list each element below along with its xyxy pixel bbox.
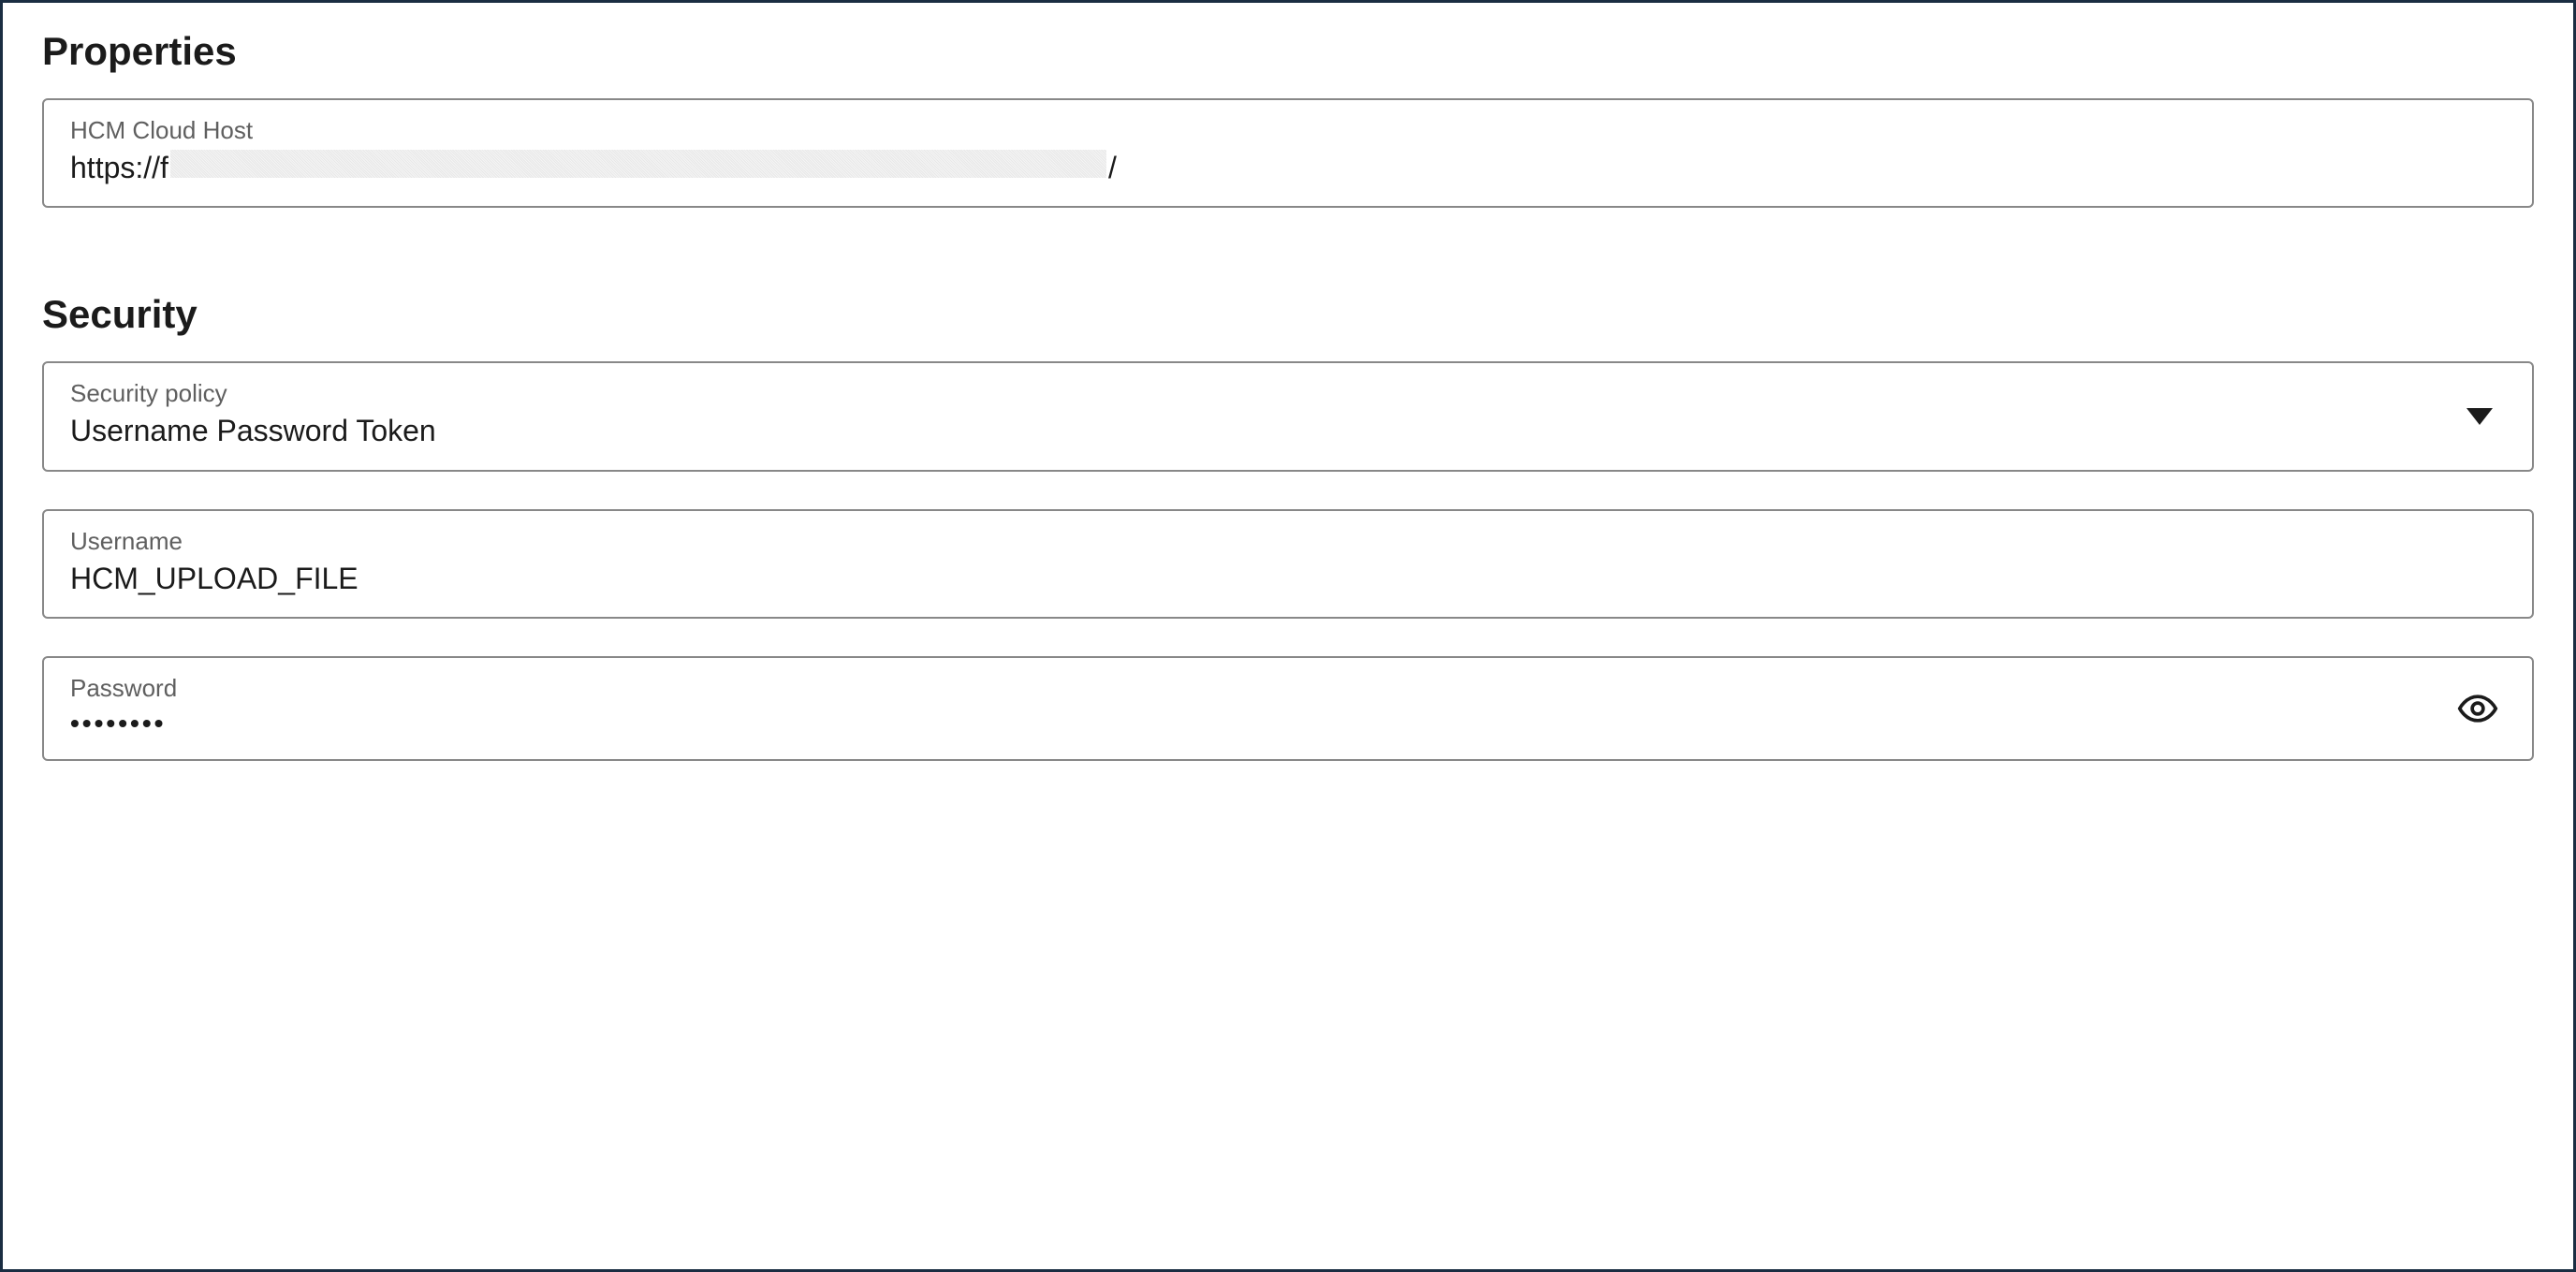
security-heading: Security — [42, 292, 2534, 337]
properties-section: Properties HCM Cloud Host https://f / — [42, 29, 2534, 208]
username-label: Username — [70, 526, 2506, 558]
security-policy-field[interactable]: Security policy Username Password Token — [42, 361, 2534, 471]
password-masked-value: •••••••• — [70, 707, 166, 740]
security-section: Security Security policy Username Passwo… — [42, 292, 2534, 761]
password-field[interactable]: Password •••••••• — [42, 656, 2534, 761]
properties-heading: Properties — [42, 29, 2534, 74]
security-policy-value: Username Password Token — [70, 412, 2506, 451]
host-url-prefix: https://f — [70, 149, 168, 188]
caret-down-icon[interactable] — [2466, 408, 2493, 425]
hcm-cloud-host-value: https://f / — [70, 149, 2506, 188]
security-policy-label: Security policy — [70, 378, 2506, 410]
form-container: Properties HCM Cloud Host https://f / Se… — [0, 0, 2576, 1272]
redacted-url-segment — [170, 150, 1106, 178]
show-password-button[interactable] — [2457, 688, 2498, 729]
hcm-cloud-host-label: HCM Cloud Host — [70, 115, 2506, 147]
password-label: Password — [70, 673, 2506, 705]
eye-icon — [2457, 688, 2498, 729]
hcm-cloud-host-field[interactable]: HCM Cloud Host https://f / — [42, 98, 2534, 208]
username-value: HCM_UPLOAD_FILE — [70, 560, 2506, 599]
host-url-suffix: / — [1108, 149, 1117, 188]
username-field[interactable]: Username HCM_UPLOAD_FILE — [42, 509, 2534, 619]
